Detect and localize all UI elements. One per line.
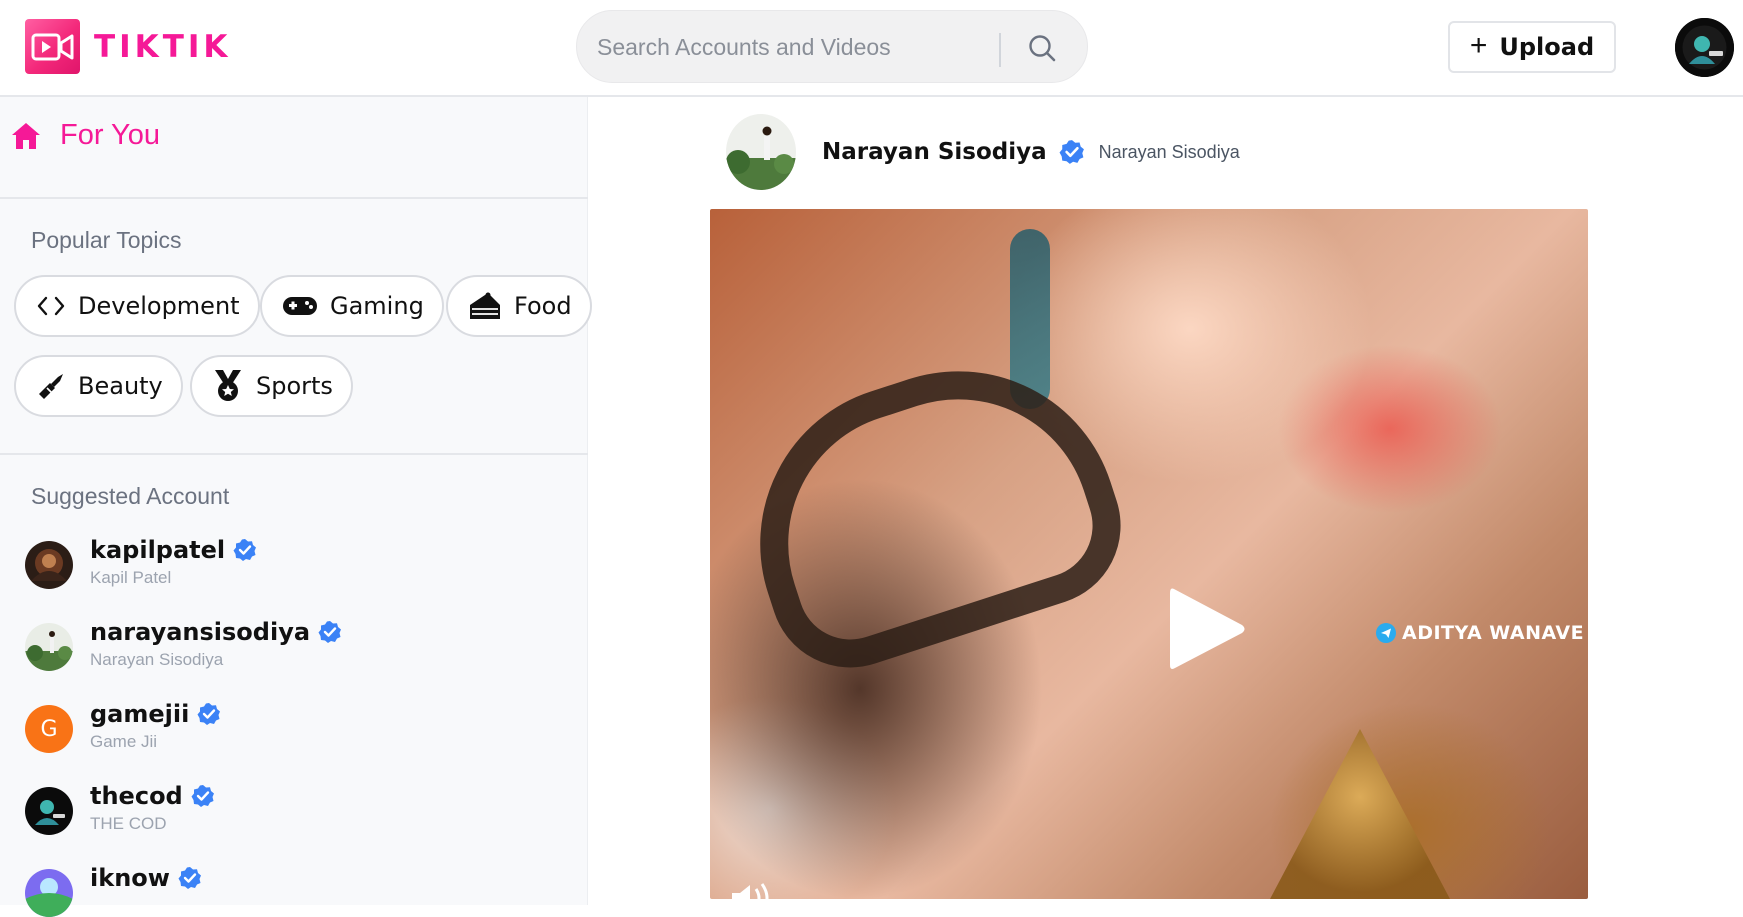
avatar (25, 541, 73, 589)
video-player[interactable]: ADITYA WANAVE (710, 209, 1588, 899)
volume-icon[interactable] (728, 881, 778, 899)
search-input[interactable] (597, 29, 997, 65)
post-author-name: Narayan Sisodiya (1098, 141, 1240, 162)
verified-icon (191, 785, 214, 807)
topic-label: Gaming (330, 292, 424, 320)
cake-icon (470, 292, 500, 319)
upload-button[interactable]: + Upload (1448, 21, 1616, 73)
topic-food[interactable]: Food (446, 275, 592, 337)
lipstick-icon (39, 374, 63, 399)
suggested-account-kapilpatel[interactable]: kapilpatel Kapil Patel (25, 536, 257, 589)
suggested-account-title: Suggested Account (31, 483, 230, 509)
sidebar: For You Popular Topics Development Gamin… (0, 97, 592, 917)
search-icon (1029, 35, 1056, 62)
video-frame-detail (1270, 729, 1450, 899)
verified-icon (233, 539, 257, 561)
topic-label: Sports (256, 372, 333, 400)
avatar (25, 787, 73, 835)
suggested-account-thecod[interactable]: thecod THE COD (25, 782, 215, 835)
post-author-handle[interactable]: Narayan Sisodiya (822, 139, 1047, 165)
sidebar-item-for-you[interactable]: For You (10, 119, 160, 152)
suggested-account-narayansisodiya[interactable]: narayansisodiya Narayan Sisodiya (25, 618, 342, 671)
topic-label: Food (514, 292, 572, 320)
topic-development[interactable]: Development (14, 275, 260, 337)
suggested-account-gamejii[interactable]: G gamejii Game Jii (25, 700, 221, 753)
topic-label: Development (78, 292, 240, 320)
account-name: THE COD (90, 814, 167, 833)
suggested-account-iknow[interactable]: iknow (25, 864, 202, 917)
home-icon (12, 122, 40, 149)
verified-icon (197, 703, 221, 725)
avatar (25, 869, 73, 917)
gamepad-icon (283, 297, 317, 315)
medal-icon (215, 370, 241, 401)
watermark-text: ADITYA WANAVE (1402, 622, 1585, 644)
avatar-initial: G (40, 716, 58, 742)
upload-label: Upload (1499, 33, 1595, 61)
account-name: Game Jii (90, 732, 158, 751)
topic-sports[interactable]: Sports (190, 355, 353, 417)
topic-gaming[interactable]: Gaming (260, 275, 444, 337)
sidebar-divider (0, 197, 588, 199)
app-logo[interactable]: TIKTIK (25, 19, 231, 74)
post-header: Narayan Sisodiya Narayan Sisodiya (726, 114, 1240, 190)
search-button[interactable] (1017, 27, 1067, 69)
account-name: Narayan Sisodiya (90, 650, 224, 669)
account-handle: iknow (90, 864, 170, 892)
video-watermark: ADITYA WANAVE (1376, 622, 1584, 644)
play-icon[interactable] (1160, 579, 1250, 679)
avatar (25, 623, 73, 671)
plus-icon: + (1469, 28, 1488, 62)
search-divider (999, 33, 1001, 67)
verified-icon (178, 867, 201, 889)
account-handle: kapilpatel (90, 536, 226, 564)
verified-icon (1059, 140, 1084, 164)
topic-label: Beauty (78, 372, 163, 400)
profile-avatar[interactable] (1675, 18, 1734, 77)
telegram-icon (1376, 623, 1396, 643)
app-name: TIKTIK (94, 28, 232, 65)
code-icon (37, 296, 65, 316)
sidebar-divider (0, 453, 588, 455)
post-author-avatar[interactable] (726, 114, 796, 190)
verified-icon (318, 621, 342, 643)
popular-topics-title: Popular Topics (31, 227, 182, 253)
search-bar (576, 10, 1088, 83)
topic-beauty[interactable]: Beauty (14, 355, 183, 417)
avatar: G (25, 705, 73, 753)
video-frame-detail (718, 329, 1142, 689)
account-handle: gamejii (90, 700, 190, 728)
logo-icon (25, 19, 80, 74)
top-navbar: TIKTIK + Upload (0, 0, 1743, 97)
account-handle: narayansisodiya (90, 618, 311, 646)
account-name: Kapil Patel (90, 568, 172, 587)
for-you-label: For You (60, 119, 160, 151)
account-handle: thecod (90, 782, 183, 810)
